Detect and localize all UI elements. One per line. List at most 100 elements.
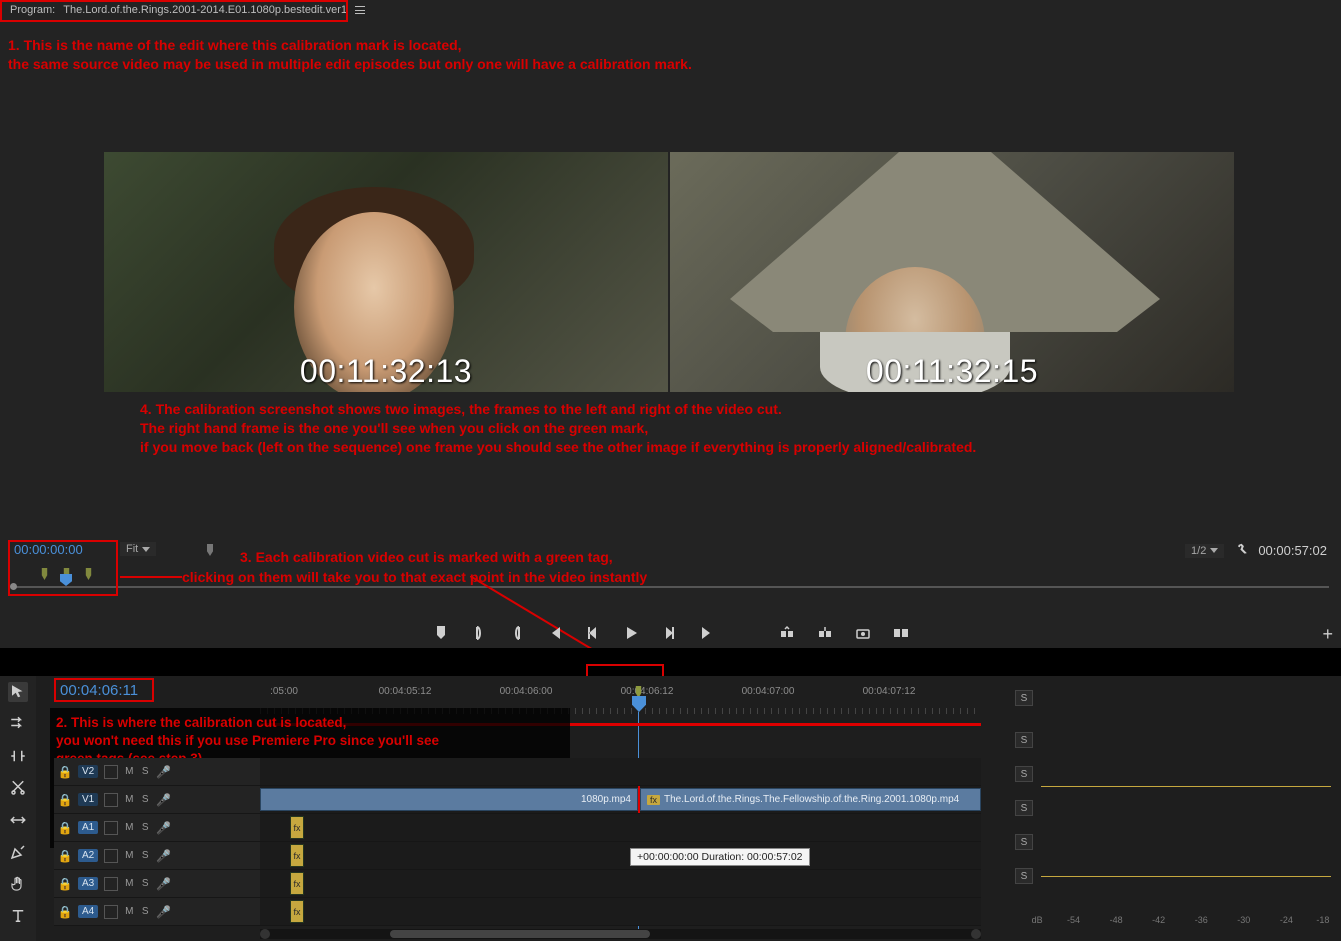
solo-button[interactable]: S — [1015, 868, 1033, 884]
timeline-zoom-scrollbar[interactable] — [260, 929, 981, 939]
track-header-a4[interactable]: 🔒 A4 M S 🎤 — [54, 898, 260, 926]
track-a2-row[interactable]: fx +00:00:00:00 Duration: 00:00:57:02 — [260, 842, 981, 870]
monitor-right-timecode: 00:00:57:02 — [1258, 543, 1327, 558]
ripple-edit-tool[interactable] — [8, 746, 28, 766]
toggle-track-output[interactable] — [104, 877, 118, 891]
track-header-a1[interactable]: 🔒 A1 M S 🎤 — [54, 814, 260, 842]
step-forward-button[interactable] — [661, 625, 677, 641]
track-select-tool[interactable] — [8, 714, 28, 734]
green-marker[interactable] — [84, 568, 93, 580]
fx-badge: fx — [647, 795, 660, 805]
green-marker[interactable] — [40, 568, 49, 580]
track-v1-row[interactable]: 1080p.mp4 fx The.Lord.of.the.Rings.The.F… — [260, 786, 981, 814]
solo-button[interactable]: S — [1015, 690, 1033, 706]
track-a1-row[interactable]: fx — [260, 814, 981, 842]
marker-icon[interactable] — [205, 544, 215, 556]
track-header-a2[interactable]: 🔒 A2 M S 🎤 — [54, 842, 260, 870]
ruler-label: 00:04:07:12 — [863, 686, 916, 697]
timeline-start-dot[interactable] — [10, 583, 17, 590]
solo-button[interactable]: S — [1015, 766, 1033, 782]
track-header-v2[interactable]: 🔒 V2 M S 🎤 — [54, 758, 260, 786]
extract-button[interactable] — [817, 625, 833, 641]
duration-tooltip: +00:00:00:00 Duration: 00:00:57:02 — [630, 848, 810, 866]
track-header-a3[interactable]: 🔒 A3 M S 🎤 — [54, 870, 260, 898]
go-to-in-button[interactable] — [547, 625, 563, 641]
video-clip-left[interactable]: 1080p.mp4 — [260, 788, 638, 811]
hand-tool[interactable] — [8, 874, 28, 894]
add-marker-button[interactable] — [433, 625, 449, 641]
solo-button[interactable]: S — [1015, 800, 1033, 816]
monitor-mini-timeline[interactable] — [12, 566, 1329, 596]
lock-icon[interactable]: 🔒 — [58, 765, 72, 779]
program-label-prefix: Program: — [10, 4, 55, 16]
calibration-frame-left: 00:11:32:13 — [104, 152, 668, 392]
chevron-down-icon — [142, 547, 150, 552]
play-button[interactable] — [623, 625, 639, 641]
track-header-v1[interactable]: 🔒 V1 M S 🎤 — [54, 786, 260, 814]
audio-level-line — [1041, 876, 1331, 877]
selection-tool[interactable] — [8, 682, 28, 702]
audio-clip[interactable]: fx — [290, 872, 304, 895]
solo-button[interactable]: S — [1015, 732, 1033, 748]
audio-clip[interactable]: fx — [290, 844, 304, 867]
toggle-track-output[interactable] — [104, 765, 118, 779]
resolution-dropdown[interactable]: 1/2 — [1185, 544, 1224, 558]
mark-in-button[interactable] — [471, 625, 487, 641]
mic-icon[interactable]: 🎤 — [156, 793, 168, 807]
db-scale: dB -54 -48 -42 -36 -30 -24 -18 — [1031, 917, 1335, 935]
toggle-track-output[interactable] — [104, 849, 118, 863]
lock-icon[interactable]: 🔒 — [58, 905, 72, 919]
cut-point[interactable] — [638, 786, 640, 813]
audio-level-line — [1041, 786, 1331, 787]
go-to-out-button[interactable] — [699, 625, 715, 641]
type-tool[interactable] — [8, 906, 28, 926]
razor-tool[interactable] — [8, 778, 28, 798]
mini-playhead[interactable] — [60, 574, 72, 586]
timeline-current-timecode[interactable]: 00:04:06:11 — [54, 680, 144, 701]
program-panel-title: Program: The.Lord.of.the.Rings.2001-2014… — [0, 0, 375, 20]
export-frame-button[interactable] — [855, 625, 871, 641]
timeline-ruler[interactable]: :05:00 00:04:05:12 00:04:06:00 00:04:06:… — [260, 686, 981, 710]
audio-clip[interactable]: fx — [290, 816, 304, 839]
video-clip-right[interactable]: fx The.Lord.of.the.Rings.The.Fellowship.… — [640, 788, 981, 811]
mark-out-button[interactable] — [509, 625, 525, 641]
mic-icon[interactable]: 🎤 — [156, 821, 168, 835]
zoom-fit-dropdown[interactable]: Fit — [120, 542, 156, 556]
toggle-track-output[interactable] — [104, 905, 118, 919]
settings-icon[interactable] — [1234, 542, 1248, 559]
lock-icon[interactable]: 🔒 — [58, 821, 72, 835]
clip-area[interactable]: 1080p.mp4 fx The.Lord.of.the.Rings.The.F… — [260, 758, 981, 926]
mic-icon[interactable]: 🎤 — [156, 877, 168, 891]
audio-clip[interactable]: fx — [290, 900, 304, 923]
lift-button[interactable] — [779, 625, 795, 641]
timeline-panel: 00:04:06:11 :05:00 00:04:05:12 00:04:06:… — [0, 676, 1341, 941]
track-headers: 🔒 V2 M S 🎤 🔒 V1 M S 🎤 🔒 A1 M S 🎤 🔒 A2 — [54, 758, 260, 926]
solo-button[interactable]: S — [1015, 834, 1033, 850]
track-a3-row[interactable]: fx — [260, 870, 981, 898]
comparison-view-button[interactable] — [893, 625, 909, 641]
scrollbar-cap-right[interactable] — [971, 929, 981, 939]
tool-column — [0, 676, 36, 941]
mic-icon[interactable]: 🎤 — [156, 849, 168, 863]
slip-tool[interactable] — [8, 810, 28, 830]
lock-icon[interactable]: 🔒 — [58, 793, 72, 807]
mic-icon[interactable]: 🎤 — [156, 765, 168, 779]
button-editor-button[interactable]: + — [1322, 624, 1333, 645]
track-v2-row[interactable] — [260, 758, 981, 786]
annotation-4: 4. The calibration screenshot shows two … — [140, 400, 1240, 457]
track-a4-row[interactable]: fx — [260, 898, 981, 926]
panel-menu-icon[interactable] — [355, 6, 365, 14]
monitor-controls: 00:00:00:00 Fit 1/2 00:00:57:02 — [0, 542, 1341, 564]
toggle-track-output[interactable] — [104, 821, 118, 835]
scrollbar-cap-left[interactable] — [260, 929, 270, 939]
step-back-button[interactable] — [585, 625, 601, 641]
scrollbar-thumb[interactable] — [390, 930, 650, 938]
pen-tool[interactable] — [8, 842, 28, 862]
monitor-left-timecode[interactable]: 00:00:00:00 — [14, 542, 83, 557]
mic-icon[interactable]: 🎤 — [156, 905, 168, 919]
ruler-label: 00:04:06:00 — [500, 686, 553, 697]
toggle-track-output[interactable] — [104, 793, 118, 807]
lock-icon[interactable]: 🔒 — [58, 849, 72, 863]
calibration-frame-right: 00:11:32:15 — [670, 152, 1234, 392]
lock-icon[interactable]: 🔒 — [58, 877, 72, 891]
